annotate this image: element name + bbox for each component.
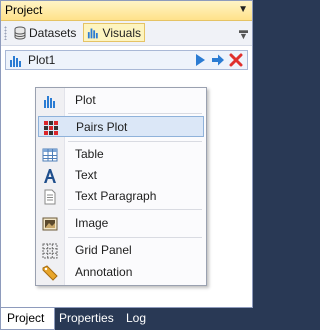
plot-item-row[interactable]: Plot1 (5, 50, 248, 70)
menu-item-plot[interactable]: Plot (38, 90, 204, 111)
tab-label: Log (126, 311, 147, 325)
document-icon (44, 189, 56, 205)
arrow-right-icon[interactable] (211, 53, 225, 67)
bottom-tab-strip: Project Properties Log (0, 308, 253, 330)
menu-separator (68, 237, 202, 238)
menu-item-label: Table (75, 147, 104, 161)
tab-label: Properties (59, 311, 114, 325)
menu-item-label: Plot (75, 93, 96, 107)
menu-separator (68, 209, 202, 210)
bar-chart-icon (87, 28, 98, 38)
database-icon (14, 26, 26, 39)
image-icon (42, 217, 58, 231)
visuals-label: Visuals (102, 25, 141, 40)
menu-item-label: Image (75, 216, 109, 230)
bar-chart-icon (10, 56, 21, 67)
datasets-label: Datasets (29, 25, 77, 40)
menu-item-text[interactable]: Text (38, 165, 204, 186)
pairs-grid-icon (44, 121, 58, 135)
menu-item-label: Pairs Plot (76, 120, 128, 134)
tag-icon (42, 265, 58, 281)
bar-chart-icon (44, 96, 55, 108)
menu-separator (68, 141, 202, 142)
menu-item-table[interactable]: Table (38, 144, 204, 165)
panel-title-bar[interactable]: Project ▼ (1, 1, 252, 21)
datasets-button[interactable]: Datasets (11, 23, 83, 42)
toolbar-grip-icon[interactable] (4, 26, 7, 40)
menu-item-text-paragraph[interactable]: Text Paragraph (38, 186, 204, 207)
tab-project[interactable]: Project (0, 308, 55, 330)
menu-item-image[interactable]: Image (38, 213, 204, 234)
context-menu: Plot Pairs Plot Table Text Text Paragrap… (35, 87, 207, 286)
project-panel: Project ▼ Datasets Visuals ▬ ▼ Plot1 Plo… (0, 0, 253, 308)
delete-icon[interactable] (229, 53, 243, 67)
tab-properties[interactable]: Properties (57, 308, 123, 330)
menu-item-label: Grid Panel (75, 243, 132, 257)
menu-item-label: Text (75, 168, 98, 182)
menu-item-annotation[interactable]: Annotation (38, 262, 204, 283)
tab-log[interactable]: Log (125, 308, 155, 330)
visuals-button[interactable]: Visuals (83, 23, 145, 42)
menu-separator (68, 113, 202, 114)
tab-label: Project (7, 311, 45, 325)
letter-a-icon (44, 169, 56, 183)
plot-item-label: Plot1 (28, 53, 56, 67)
panel-title: Project (5, 3, 43, 17)
menu-item-grid-panel[interactable]: Grid Panel (38, 240, 204, 261)
play-icon[interactable] (193, 53, 207, 67)
menu-item-label: Annotation (75, 265, 133, 279)
panel-toolbar: Datasets Visuals ▬ ▼ (1, 21, 252, 46)
panel-dropdown-icon[interactable]: ▼ (238, 4, 248, 15)
menu-item-label: Text Paragraph (75, 189, 157, 203)
table-icon (42, 148, 58, 162)
grid-icon (42, 243, 58, 259)
menu-item-pairs-plot[interactable]: Pairs Plot (38, 116, 204, 137)
toolbar-overflow-icon[interactable]: ▬ ▼ (239, 26, 248, 41)
